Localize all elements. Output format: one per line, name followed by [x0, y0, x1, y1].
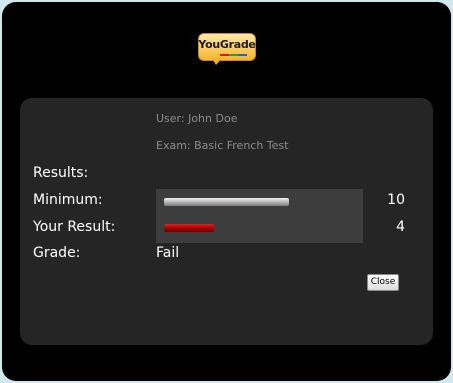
logo-stripe-red — [220, 54, 229, 56]
your-result-label: Your Result: — [33, 219, 116, 235]
logo-stripe-green — [229, 54, 238, 56]
logo-stripe-blue — [238, 54, 247, 56]
minimum-bar — [164, 198, 289, 206]
your-result-bar — [164, 224, 214, 232]
logo-text: YouGrade — [198, 38, 256, 51]
exam-line: Exam: Basic French Test — [156, 139, 289, 152]
yougrade-logo: YouGrade — [198, 33, 256, 66]
grade-value: Fail — [156, 245, 180, 261]
minimum-label: Minimum: — [33, 192, 103, 208]
grade-label: Grade: — [33, 245, 81, 261]
close-button[interactable]: Close — [367, 274, 399, 291]
minimum-value: 10 — [387, 192, 405, 208]
user-line: User: John Doe — [156, 112, 238, 125]
results-heading: Results: — [33, 165, 89, 181]
your-result-value: 4 — [396, 219, 405, 235]
